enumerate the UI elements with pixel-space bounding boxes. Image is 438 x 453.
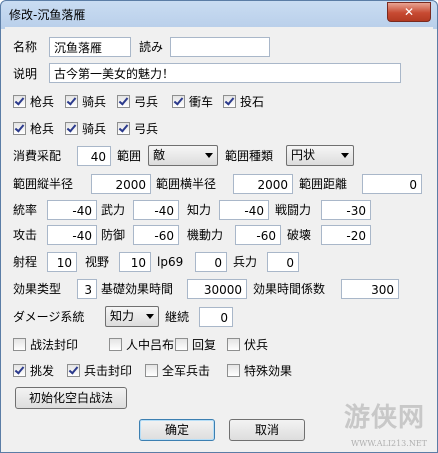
effect-type-input[interactable]: 3 [77, 279, 97, 299]
checkbox-icon [227, 338, 240, 351]
checkbox-icon [175, 338, 188, 351]
title-bar: 修改-沉鱼落雁 ✕ [1, 1, 437, 27]
stat-destroy-input[interactable]: -20 [321, 225, 371, 245]
stat-range-input[interactable]: 10 [47, 252, 77, 272]
range-type-label: 範囲種類 [225, 149, 274, 163]
dialog-window: 修改-沉鱼落雁 ✕ 名称 沉鱼落雁 読み 说明 古今第一美女的魅力！ 枪兵 骑兵… [0, 0, 438, 453]
flag-lubu-checkbox[interactable]: 人中吕布 [109, 336, 174, 354]
stat-combat-label: 戦闘力 [275, 203, 312, 217]
chevron-down-icon [205, 153, 213, 158]
stat-defense-label: 防御 [101, 228, 126, 242]
checkbox-icon [117, 95, 130, 108]
stat-force-input[interactable]: -40 [133, 200, 179, 220]
flag-skill-seal-checkbox[interactable]: 战法封印 [13, 336, 78, 354]
stat-defense-input[interactable]: -60 [133, 225, 179, 245]
checkbox-icon [223, 95, 236, 108]
troop1-catapult-checkbox[interactable]: 投石 [223, 93, 264, 111]
effect-type-label: 効果类型 [13, 282, 62, 296]
stat-troops-label: 兵力 [233, 255, 258, 269]
troop1-cavalry-checkbox[interactable]: 骑兵 [65, 93, 106, 111]
stat-command-label: 統率 [13, 203, 38, 217]
stat-range-label: 射程 [13, 255, 38, 269]
troop2-cavalry-checkbox[interactable]: 骑兵 [65, 120, 106, 138]
duration-coef-input[interactable]: 300 [341, 279, 399, 299]
window-title: 修改-沉鱼落雁 [9, 8, 86, 22]
continuous-input[interactable]: 0 [199, 307, 233, 327]
checkbox-icon [109, 338, 122, 351]
stat-force-label: 武力 [101, 203, 126, 217]
chevron-down-icon [341, 153, 349, 158]
site-watermark-logo: 游侠网 WWW.ALI213.NET [343, 403, 427, 448]
checkbox-icon [67, 364, 80, 377]
stat-lp69-label: lp69 [157, 255, 184, 269]
name-label: 名称 [13, 40, 38, 54]
cost-label: 消費采配 [13, 149, 62, 163]
stat-troops-input[interactable]: 0 [267, 252, 299, 272]
close-button[interactable]: ✕ [387, 2, 431, 22]
desc-input[interactable]: 古今第一美女的魅力！ [49, 63, 401, 83]
troop2-spear-checkbox[interactable]: 枪兵 [13, 120, 54, 138]
init-blank-skill-button[interactable]: 初始化空白战法 [15, 387, 127, 409]
flag-ambush-checkbox[interactable]: 伏兵 [227, 336, 268, 354]
flag-provoke-checkbox[interactable]: 挑发 [13, 362, 54, 380]
checkbox-icon [145, 364, 158, 377]
flag-all-attack-checkbox[interactable]: 全军兵击 [145, 362, 210, 380]
ok-button[interactable]: 确定 [139, 419, 215, 441]
vertical-radius-label: 範囲縦半径 [13, 177, 74, 191]
checkbox-icon [172, 95, 185, 108]
stat-intellect-input[interactable]: -40 [219, 200, 269, 220]
damage-type-label: ダメージ系統 [13, 310, 85, 324]
troop2-archer-checkbox[interactable]: 弓兵 [117, 120, 158, 138]
checkbox-icon [227, 364, 240, 377]
dialog-body: 名称 沉鱼落雁 読み 说明 古今第一美女的魅力！ 枪兵 骑兵 弓兵 衝车 投石 … [5, 27, 433, 448]
range-distance-input[interactable]: 0 [362, 174, 422, 194]
duration-coef-label: 効果時間係数 [253, 282, 326, 296]
stat-mobility-label: 機動力 [187, 228, 224, 242]
damage-type-select[interactable]: 知力 [105, 306, 159, 327]
checkbox-icon [13, 338, 26, 351]
reading-input[interactable] [170, 37, 270, 57]
flag-recover-checkbox[interactable]: 回复 [175, 336, 216, 354]
range-distance-label: 範囲距離 [299, 177, 348, 191]
range-label: 範囲 [117, 149, 142, 163]
stat-command-input[interactable]: -40 [47, 200, 97, 220]
name-input[interactable]: 沉鱼落雁 [49, 37, 131, 57]
cost-input[interactable]: 40 [77, 146, 111, 166]
checkbox-icon [13, 95, 26, 108]
horizontal-radius-input[interactable]: 2000 [233, 174, 293, 194]
stat-destroy-label: 破壊 [287, 228, 312, 242]
base-duration-input[interactable]: 30000 [187, 279, 247, 299]
stat-intellect-label: 知力 [187, 203, 212, 217]
troop1-ram-checkbox[interactable]: 衝车 [172, 93, 213, 111]
range-select[interactable]: 敵 [148, 145, 218, 166]
base-duration-label: 基礎効果時間 [101, 282, 174, 296]
checkbox-icon [65, 122, 78, 135]
stat-attack-input[interactable]: -40 [47, 225, 97, 245]
reading-label: 読み [139, 40, 164, 54]
checkbox-icon [13, 364, 26, 377]
flag-attack-seal-checkbox[interactable]: 兵击封印 [67, 362, 132, 380]
stat-vision-input[interactable]: 10 [119, 252, 151, 272]
vertical-radius-input[interactable]: 2000 [91, 174, 151, 194]
stat-attack-label: 攻击 [13, 228, 38, 242]
chevron-down-icon [146, 314, 154, 319]
cancel-button[interactable]: 取消 [229, 419, 305, 441]
horizontal-radius-label: 範囲横半径 [156, 177, 217, 191]
range-type-select[interactable]: 円状 [286, 145, 354, 166]
checkbox-icon [13, 122, 26, 135]
stat-lp69-input[interactable]: 0 [195, 252, 227, 272]
stat-vision-label: 视野 [85, 255, 110, 269]
checkbox-icon [65, 95, 78, 108]
desc-label: 说明 [13, 67, 38, 81]
continuous-label: 継続 [165, 310, 190, 324]
troop1-archer-checkbox[interactable]: 弓兵 [117, 93, 158, 111]
checkbox-icon [117, 122, 130, 135]
flag-special-effect-checkbox[interactable]: 特殊効果 [227, 362, 292, 380]
stat-combat-input[interactable]: -30 [321, 200, 371, 220]
stat-mobility-input[interactable]: -60 [235, 225, 281, 245]
troop1-spear-checkbox[interactable]: 枪兵 [13, 93, 54, 111]
